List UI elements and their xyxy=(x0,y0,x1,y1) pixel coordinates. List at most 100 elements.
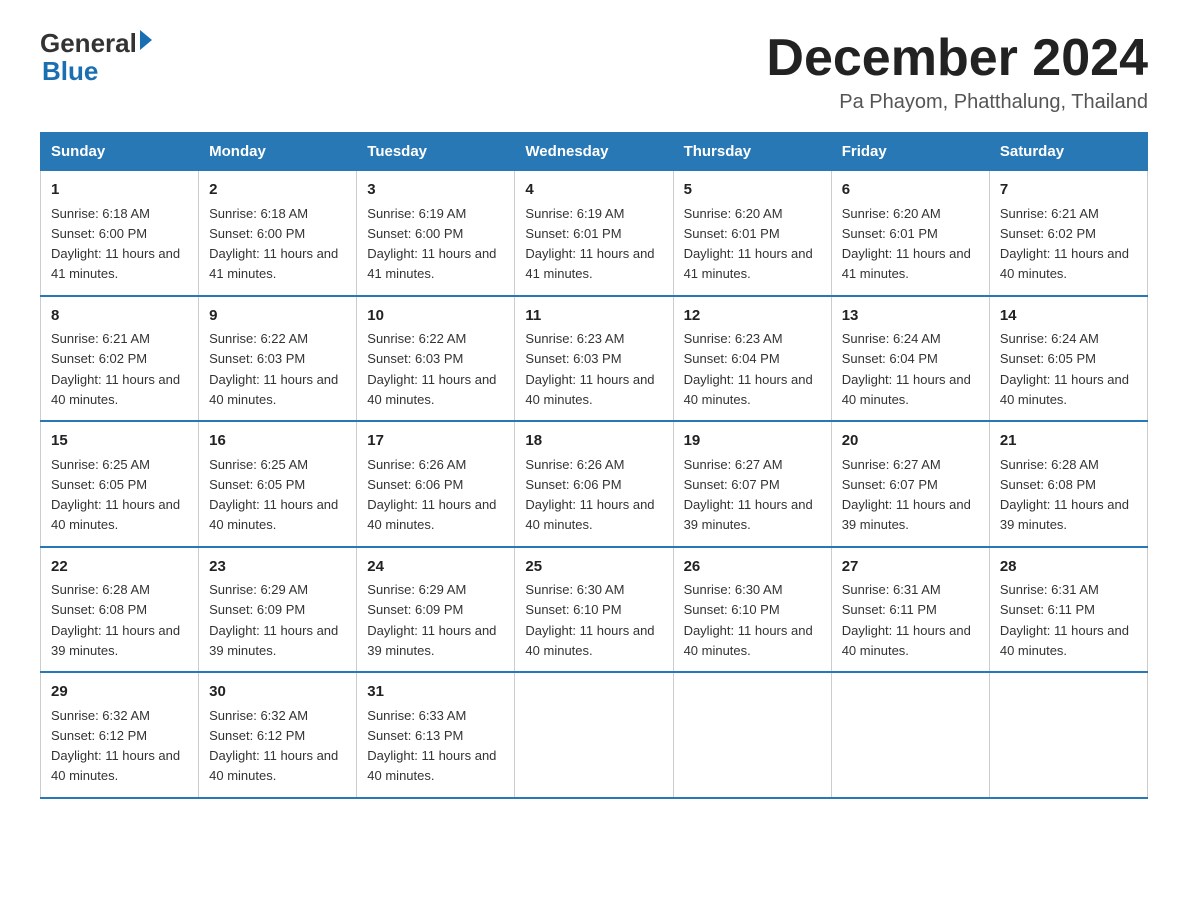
day-info: Sunrise: 6:30 AMSunset: 6:10 PMDaylight:… xyxy=(684,582,813,658)
calendar-cell: 17 Sunrise: 6:26 AMSunset: 6:06 PMDayligh… xyxy=(357,421,515,547)
calendar-week-row: 1 Sunrise: 6:18 AMSunset: 6:00 PMDaylight… xyxy=(41,171,1148,296)
day-number: 27 xyxy=(842,556,979,579)
day-number: 31 xyxy=(367,681,504,704)
day-info: Sunrise: 6:33 AMSunset: 6:13 PMDaylight:… xyxy=(367,708,496,784)
title-section: December 2024 Pa Phayom, Phatthalung, Th… xyxy=(766,30,1148,114)
header-tuesday: Tuesday xyxy=(357,133,515,171)
calendar-cell: 6 Sunrise: 6:20 AMSunset: 6:01 PMDaylight… xyxy=(831,171,989,296)
calendar-header-row: SundayMondayTuesdayWednesdayThursdayFrid… xyxy=(41,133,1148,171)
calendar-cell: 1 Sunrise: 6:18 AMSunset: 6:00 PMDaylight… xyxy=(41,171,199,296)
calendar-cell: 22 Sunrise: 6:28 AMSunset: 6:08 PMDayligh… xyxy=(41,547,199,673)
day-number: 26 xyxy=(684,556,821,579)
day-info: Sunrise: 6:28 AMSunset: 6:08 PMDaylight:… xyxy=(51,582,180,658)
calendar-cell: 11 Sunrise: 6:23 AMSunset: 6:03 PMDayligh… xyxy=(515,296,673,422)
day-number: 19 xyxy=(684,430,821,453)
day-number: 9 xyxy=(209,305,346,328)
calendar-cell: 26 Sunrise: 6:30 AMSunset: 6:10 PMDayligh… xyxy=(673,547,831,673)
page-header: General Blue December 2024 Pa Phayom, Ph… xyxy=(40,30,1148,114)
day-number: 24 xyxy=(367,556,504,579)
day-info: Sunrise: 6:20 AMSunset: 6:01 PMDaylight:… xyxy=(684,206,813,282)
header-saturday: Saturday xyxy=(989,133,1147,171)
calendar-cell: 15 Sunrise: 6:25 AMSunset: 6:05 PMDayligh… xyxy=(41,421,199,547)
day-info: Sunrise: 6:29 AMSunset: 6:09 PMDaylight:… xyxy=(209,582,338,658)
calendar-table: SundayMondayTuesdayWednesdayThursdayFrid… xyxy=(40,132,1148,799)
calendar-cell: 7 Sunrise: 6:21 AMSunset: 6:02 PMDaylight… xyxy=(989,171,1147,296)
day-info: Sunrise: 6:22 AMSunset: 6:03 PMDaylight:… xyxy=(209,331,338,407)
calendar-cell xyxy=(831,672,989,798)
calendar-cell: 8 Sunrise: 6:21 AMSunset: 6:02 PMDaylight… xyxy=(41,296,199,422)
calendar-week-row: 8 Sunrise: 6:21 AMSunset: 6:02 PMDaylight… xyxy=(41,296,1148,422)
day-info: Sunrise: 6:31 AMSunset: 6:11 PMDaylight:… xyxy=(1000,582,1129,658)
day-number: 12 xyxy=(684,305,821,328)
day-number: 1 xyxy=(51,179,188,202)
day-info: Sunrise: 6:31 AMSunset: 6:11 PMDaylight:… xyxy=(842,582,971,658)
day-info: Sunrise: 6:18 AMSunset: 6:00 PMDaylight:… xyxy=(209,206,338,282)
calendar-cell xyxy=(515,672,673,798)
calendar-cell: 28Sunrise: 6:31 AMSunset: 6:11 PMDayligh… xyxy=(989,547,1147,673)
day-number: 6 xyxy=(842,179,979,202)
calendar-cell: 12 Sunrise: 6:23 AMSunset: 6:04 PMDayligh… xyxy=(673,296,831,422)
calendar-week-row: 22 Sunrise: 6:28 AMSunset: 6:08 PMDayligh… xyxy=(41,547,1148,673)
calendar-cell: 13 Sunrise: 6:24 AMSunset: 6:04 PMDayligh… xyxy=(831,296,989,422)
day-info: Sunrise: 6:24 AMSunset: 6:04 PMDaylight:… xyxy=(842,331,971,407)
day-info: Sunrise: 6:25 AMSunset: 6:05 PMDaylight:… xyxy=(209,457,338,533)
day-info: Sunrise: 6:26 AMSunset: 6:06 PMDaylight:… xyxy=(525,457,654,533)
day-info: Sunrise: 6:32 AMSunset: 6:12 PMDaylight:… xyxy=(51,708,180,784)
calendar-cell: 30 Sunrise: 6:32 AMSunset: 6:12 PMDayligh… xyxy=(199,672,357,798)
logo-arrow-icon xyxy=(140,30,152,50)
day-number: 7 xyxy=(1000,179,1137,202)
month-title: December 2024 xyxy=(766,30,1148,87)
calendar-cell: 31 Sunrise: 6:33 AMSunset: 6:13 PMDayligh… xyxy=(357,672,515,798)
day-number: 3 xyxy=(367,179,504,202)
day-info: Sunrise: 6:20 AMSunset: 6:01 PMDaylight:… xyxy=(842,206,971,282)
location-label: Pa Phayom, Phatthalung, Thailand xyxy=(766,91,1148,114)
day-number: 16 xyxy=(209,430,346,453)
calendar-cell xyxy=(673,672,831,798)
header-thursday: Thursday xyxy=(673,133,831,171)
calendar-cell: 2 Sunrise: 6:18 AMSunset: 6:00 PMDaylight… xyxy=(199,171,357,296)
day-number: 22 xyxy=(51,556,188,579)
header-wednesday: Wednesday xyxy=(515,133,673,171)
day-number: 17 xyxy=(367,430,504,453)
header-sunday: Sunday xyxy=(41,133,199,171)
day-info: Sunrise: 6:18 AMSunset: 6:00 PMDaylight:… xyxy=(51,206,180,282)
day-info: Sunrise: 6:21 AMSunset: 6:02 PMDaylight:… xyxy=(1000,206,1129,282)
day-info: Sunrise: 6:25 AMSunset: 6:05 PMDaylight:… xyxy=(51,457,180,533)
calendar-cell: 29 Sunrise: 6:32 AMSunset: 6:12 PMDayligh… xyxy=(41,672,199,798)
calendar-cell: 16 Sunrise: 6:25 AMSunset: 6:05 PMDayligh… xyxy=(199,421,357,547)
calendar-cell: 24Sunrise: 6:29 AMSunset: 6:09 PMDayligh… xyxy=(357,547,515,673)
day-info: Sunrise: 6:30 AMSunset: 6:10 PMDaylight:… xyxy=(525,582,654,658)
day-info: Sunrise: 6:23 AMSunset: 6:04 PMDaylight:… xyxy=(684,331,813,407)
day-number: 21 xyxy=(1000,430,1137,453)
day-info: Sunrise: 6:26 AMSunset: 6:06 PMDaylight:… xyxy=(367,457,496,533)
calendar-cell: 20 Sunrise: 6:27 AMSunset: 6:07 PMDayligh… xyxy=(831,421,989,547)
calendar-cell: 19 Sunrise: 6:27 AMSunset: 6:07 PMDayligh… xyxy=(673,421,831,547)
calendar-cell xyxy=(989,672,1147,798)
calendar-week-row: 15 Sunrise: 6:25 AMSunset: 6:05 PMDayligh… xyxy=(41,421,1148,547)
day-number: 8 xyxy=(51,305,188,328)
logo: General Blue xyxy=(40,30,152,87)
day-number: 2 xyxy=(209,179,346,202)
day-number: 30 xyxy=(209,681,346,704)
day-number: 29 xyxy=(51,681,188,704)
day-info: Sunrise: 6:27 AMSunset: 6:07 PMDaylight:… xyxy=(684,457,813,533)
day-info: Sunrise: 6:27 AMSunset: 6:07 PMDaylight:… xyxy=(842,457,971,533)
calendar-cell: 4Sunrise: 6:19 AMSunset: 6:01 PMDaylight… xyxy=(515,171,673,296)
day-number: 14 xyxy=(1000,305,1137,328)
calendar-week-row: 29 Sunrise: 6:32 AMSunset: 6:12 PMDayligh… xyxy=(41,672,1148,798)
day-number: 13 xyxy=(842,305,979,328)
day-info: Sunrise: 6:23 AMSunset: 6:03 PMDaylight:… xyxy=(525,331,654,407)
day-number: 11 xyxy=(525,305,662,328)
calendar-cell: 9 Sunrise: 6:22 AMSunset: 6:03 PMDaylight… xyxy=(199,296,357,422)
day-info: Sunrise: 6:19 AMSunset: 6:00 PMDaylight:… xyxy=(367,206,496,282)
day-number: 10 xyxy=(367,305,504,328)
day-info: Sunrise: 6:21 AMSunset: 6:02 PMDaylight:… xyxy=(51,331,180,407)
day-number: 20 xyxy=(842,430,979,453)
calendar-cell: 3 Sunrise: 6:19 AMSunset: 6:00 PMDaylight… xyxy=(357,171,515,296)
day-number: 15 xyxy=(51,430,188,453)
day-number: 23 xyxy=(209,556,346,579)
calendar-cell: 14 Sunrise: 6:24 AMSunset: 6:05 PMDayligh… xyxy=(989,296,1147,422)
day-info: Sunrise: 6:24 AMSunset: 6:05 PMDaylight:… xyxy=(1000,331,1129,407)
header-friday: Friday xyxy=(831,133,989,171)
day-info: Sunrise: 6:32 AMSunset: 6:12 PMDaylight:… xyxy=(209,708,338,784)
